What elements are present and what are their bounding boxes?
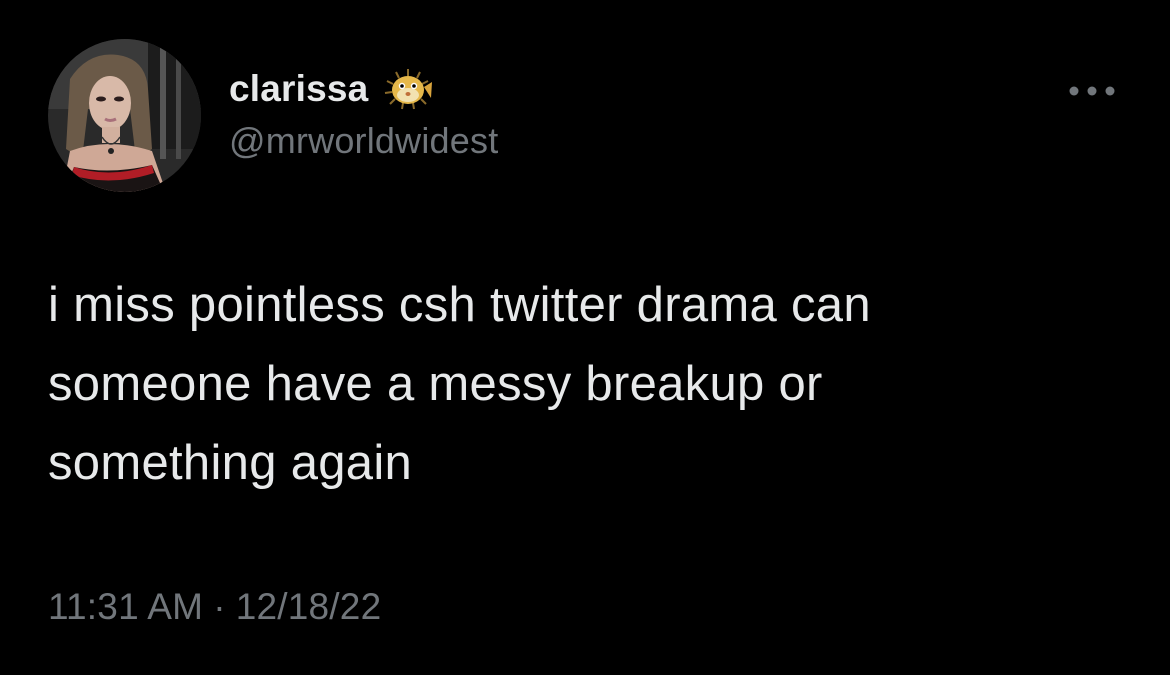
tweet-metadata: 11:31 AM · 12/18/22	[48, 586, 381, 628]
blowfish-icon	[382, 67, 434, 111]
tweet-text-line: something again	[48, 436, 413, 490]
tweet-time[interactable]: 11:31 AM	[48, 586, 203, 628]
author-name-row: clarissa	[229, 64, 434, 114]
tweet-text: i miss pointless csh twitter drama can s…	[48, 266, 1138, 503]
more-horizontal-icon[interactable]	[1066, 78, 1122, 104]
author-handle[interactable]: @mrworldwidest	[229, 120, 498, 162]
avatar[interactable]	[48, 39, 201, 192]
tweet-text-line: i miss pointless csh twitter drama can	[48, 278, 871, 332]
display-name[interactable]: clarissa	[229, 68, 368, 110]
metadata-separator: ·	[213, 586, 226, 627]
tweet-text-line: someone have a messy breakup or	[48, 357, 823, 411]
tweet: clarissa @mrworldwidest i miss pointless…	[0, 0, 1170, 675]
tweet-date[interactable]: 12/18/22	[236, 586, 382, 628]
avatar-photo	[48, 39, 201, 192]
